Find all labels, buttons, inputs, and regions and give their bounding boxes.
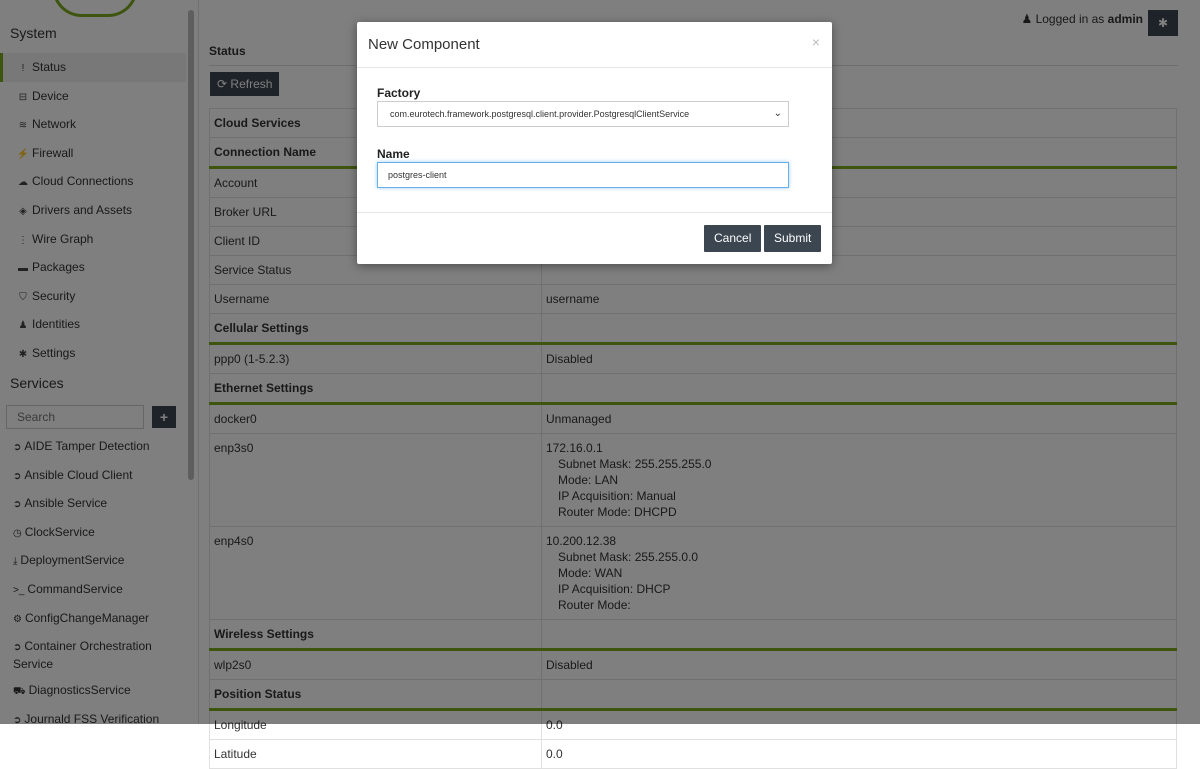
row-value: 0.0 [541, 739, 1177, 769]
factory-select[interactable]: com.eurotech.framework.postgresql.client… [377, 101, 789, 127]
cancel-button[interactable]: Cancel [704, 225, 762, 252]
name-label: Name [377, 147, 410, 161]
factory-label: Factory [377, 86, 421, 100]
chevron-down-icon: ⌄ [773, 108, 782, 119]
name-input[interactable] [377, 162, 789, 188]
dialog-title: New Component [368, 36, 480, 53]
dialog-header-divider [357, 67, 832, 68]
new-component-dialog: New Component × Factory com.eurotech.fra… [357, 22, 832, 264]
factory-selected-value: com.eurotech.framework.postgresql.client… [390, 109, 690, 119]
table-row: Latitude 0.0 [209, 739, 1177, 769]
close-icon[interactable]: × [812, 34, 820, 50]
submit-button[interactable]: Submit [764, 225, 822, 252]
dialog-footer-divider [357, 212, 832, 213]
row-label: Latitude [209, 739, 542, 769]
